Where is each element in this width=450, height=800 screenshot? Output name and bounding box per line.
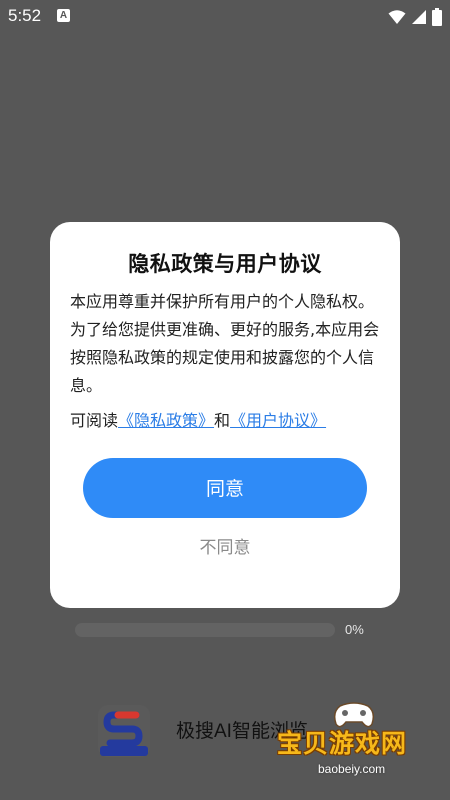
status-icons xyxy=(388,6,442,26)
signal-icon xyxy=(411,9,426,24)
watermark-title: 宝贝游戏网 xyxy=(277,729,408,758)
watermark: 宝贝游戏网 baobeiy.com xyxy=(272,698,422,782)
battery-icon xyxy=(432,7,442,26)
app-logo-icon xyxy=(98,705,150,757)
status-bar: 5:52 A xyxy=(0,0,450,32)
a-notification-icon: A xyxy=(57,9,70,22)
status-time: 5:52 xyxy=(8,6,42,25)
wifi-icon xyxy=(388,9,406,24)
and-text: 和 xyxy=(214,411,231,430)
dialog-title: 隐私政策与用户协议 xyxy=(128,252,322,276)
dialog-body-text: 本应用尊重并保护所有用户的个人隐私权。为了给您提供更准确、更好的服务,本应用会按… xyxy=(70,292,380,395)
dialog-links-line: 可阅读《隐私政策》和《用户协议》 xyxy=(70,407,388,435)
watermark-domain: baobeiy.com xyxy=(318,762,386,776)
agree-button[interactable]: 同意 xyxy=(83,458,367,518)
user-agreement-link[interactable]: 《用户协议》 xyxy=(230,411,326,430)
privacy-dialog: 隐私政策与用户协议 本应用尊重并保护所有用户的个人隐私权。为了给您提供更准确、更… xyxy=(50,222,400,608)
loading-progress-bar xyxy=(75,623,335,637)
privacy-policy-link[interactable]: 《隐私政策》 xyxy=(118,411,214,430)
read-prefix: 可阅读 xyxy=(70,411,119,430)
disagree-button[interactable]: 不同意 xyxy=(50,533,400,558)
loading-progress-text: 0% xyxy=(345,622,364,637)
